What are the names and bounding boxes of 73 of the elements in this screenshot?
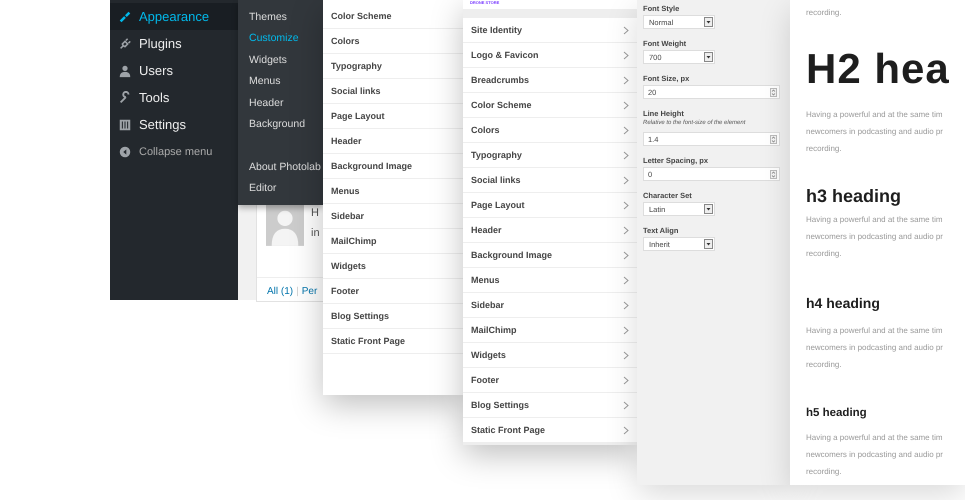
submenu-item[interactable]: About Photolab [249,156,321,178]
chevron-icon [623,76,629,84]
chevron-icon [623,376,629,384]
user-icon [118,64,132,78]
submenu-item[interactable]: Editor [249,178,276,199]
menu-item[interactable]: Users [110,57,238,84]
section-item[interactable]: Color Scheme [463,93,637,118]
filter-link[interactable]: Per [302,286,318,297]
chevron-icon [623,300,629,310]
menu-item[interactable]: Collapse menu [110,138,238,165]
plug-icon [118,36,132,50]
submenu-item[interactable]: Widgets [249,49,287,70]
heading: h5 heading [806,406,868,421]
dropdown-icon [704,52,713,62]
section-item[interactable]: Header [463,218,637,243]
chevron-icon [623,276,629,284]
section-item[interactable]: Static Front Page [463,418,637,443]
chevron-icon [623,176,629,184]
section-item[interactable]: Widgets [463,343,637,368]
section-item[interactable]: Colors [463,118,637,143]
chevron-icon [623,350,629,360]
filter-link[interactable]: All (1) [267,286,294,297]
paragraph: Having a powerful and at the same tim newcomers in podcasting and audio pr recording. [806,109,944,155]
heading: H2 hea [806,44,951,94]
collapse-icon [118,144,132,158]
chevron-icon [623,250,629,260]
dropdown-icon [704,204,713,214]
chevron-icon [623,126,629,134]
chevron-icon [623,100,629,110]
section-item[interactable]: Menus [463,268,637,293]
submenu-item[interactable]: Background [249,114,306,135]
spinner-icon [770,170,777,178]
section-item[interactable]: Blog Settings [463,393,637,418]
paragraph: Having a powerful and at the same tim newcomers in podcasting and audio pr recording. [806,325,944,371]
paragraph: Having a powerful and at the same tim newcomers in podcasting and audio pr recording. [806,432,944,478]
chevron-icon [623,50,629,60]
submenu-item[interactable]: Customize [249,28,299,49]
section-item[interactable]: Sidebar [463,293,637,318]
chevron-icon [623,226,629,234]
menu-item[interactable]: Plugins [110,30,238,57]
chevron-icon [623,426,629,434]
avatar-icon [266,203,304,247]
section-item[interactable]: Logo & Favicon [463,43,637,68]
submenu-item[interactable]: Menus [249,70,281,92]
dropdown-icon [704,239,713,249]
sliders-icon [118,118,132,132]
comment-text: H in [311,206,320,241]
section-item[interactable]: MailChimp [463,318,637,343]
submenu-item[interactable]: Header [249,92,284,114]
section-item[interactable]: Typography [463,143,637,168]
chevron-icon [623,150,629,160]
chevron-icon [623,400,629,410]
menu-item[interactable]: Settings [110,111,238,138]
heading: h4 heading [806,294,881,313]
section-item[interactable]: Site Identity [463,18,637,43]
dropdown-icon [704,17,713,27]
menu-item[interactable]: Tools [110,84,238,111]
section-item[interactable]: Background Image [463,243,637,268]
spinner-icon [770,88,777,96]
section-item[interactable]: Page Layout [463,193,637,218]
submenu-item[interactable]: Themes [249,6,287,28]
paragraph: recording. [806,7,843,19]
menu-item[interactable]: Appearance [110,3,238,30]
section-item[interactable]: Footer [463,368,637,393]
section-item[interactable]: Social links [463,168,637,193]
spinner-icon [770,134,777,144]
chevron-icon [623,200,629,210]
heading: h3 heading [806,185,902,208]
chevron-icon [623,326,629,334]
link-separator: | [296,286,299,297]
paragraph: Having a powerful and at the same tim newcomers in podcasting and audio pr recording. [806,214,944,260]
chevron-icon [623,26,629,34]
section-item[interactable]: Breadcrumbs [463,68,637,93]
